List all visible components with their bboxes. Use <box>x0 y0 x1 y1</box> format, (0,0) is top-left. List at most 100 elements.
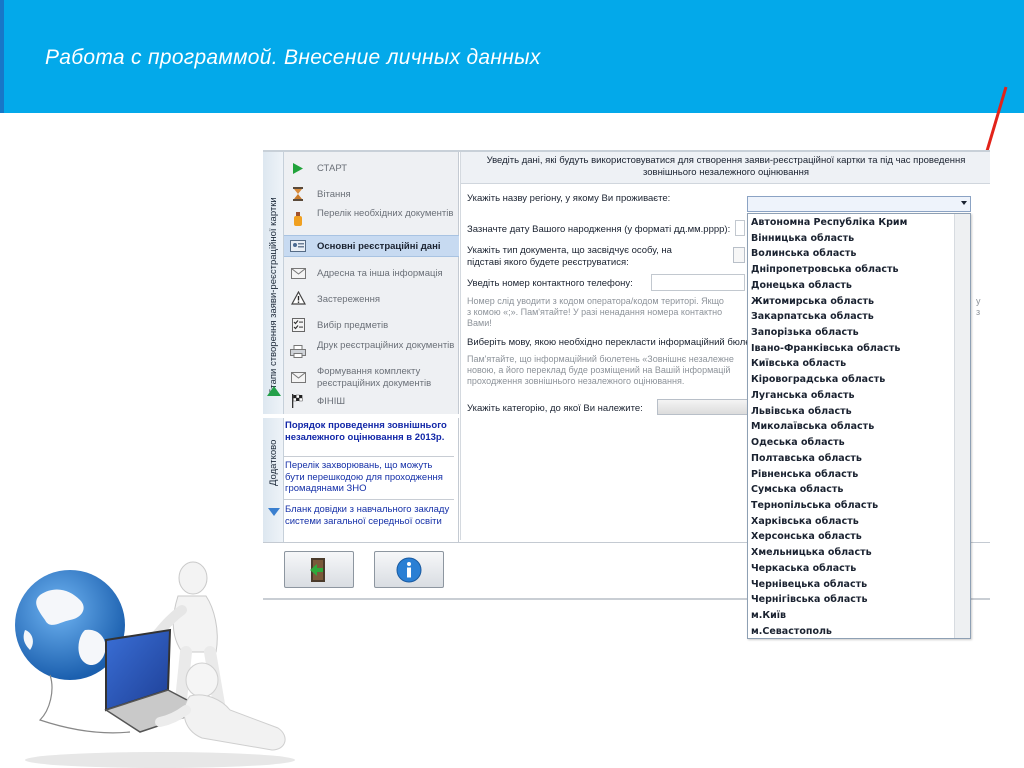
region-option[interactable]: Автономна Республіка Крим <box>749 215 954 231</box>
region-option[interactable]: Херсонська область <box>749 529 954 545</box>
side-tab-additional-label-wrap: Додатково <box>266 426 280 486</box>
birthdate-input[interactable] <box>735 220 745 236</box>
step-required-documents[interactable]: Перелік необхідних документів <box>284 205 459 233</box>
birthdate-label: Зазначте дату Вашого народження (у форма… <box>467 224 731 235</box>
additional-links-panel: Порядок проведення зовнішнього незалежно… <box>284 418 459 546</box>
envelope-icon <box>290 369 306 385</box>
header-accent-strip <box>0 0 4 113</box>
step-label: Вибір предметів <box>317 320 389 331</box>
region-option[interactable]: Хмельницька область <box>749 545 954 561</box>
phone-hint-line3: Вами! <box>467 318 492 328</box>
step-label: Адресна та інша інформація <box>317 268 443 279</box>
region-option[interactable]: Тернопільська область <box>749 498 954 514</box>
divider <box>284 456 454 457</box>
dropdown-arrow-icon <box>961 201 967 205</box>
language-hint-line1: Пам'ятайте, що інформаційний бюлетень «З… <box>467 354 734 364</box>
region-option[interactable]: Донецька область <box>749 278 954 294</box>
step-basic-registration-data[interactable]: Основні реєстраційні дані <box>284 235 459 257</box>
slide-header: Работа с программой. Внесение личных дан… <box>0 0 1024 113</box>
triangle-down-icon <box>268 508 280 516</box>
checklist-icon <box>290 317 306 333</box>
step-document-package[interactable]: Формування комплекту реєстраційних докум… <box>284 364 459 390</box>
divider <box>284 499 454 500</box>
side-tab-stages[interactable]: Етапи створення заяви-реєстраційної карт… <box>263 152 284 414</box>
region-option[interactable]: Івано-Франківська область <box>749 341 954 357</box>
doctype-label-line1: Укажіть тип документа, що засвідчує особ… <box>467 245 672 256</box>
region-option[interactable]: м.Севастополь <box>749 624 954 640</box>
category-label: Укажіть категорію, до якої Ви належите: <box>467 403 643 414</box>
step-label: Перелік необхідних документів <box>317 208 454 219</box>
doctype-select[interactable] <box>733 247 745 263</box>
side-tab-additional-label: Додатково <box>268 439 279 486</box>
step-warnings[interactable]: Застереження <box>284 288 459 310</box>
step-greeting[interactable]: Вітання <box>284 183 459 205</box>
region-option[interactable]: Чернігівська область <box>749 592 954 608</box>
region-option[interactable]: Черкаська область <box>749 561 954 577</box>
region-label: Укажіть назву регіону, у якому Ви прожив… <box>467 193 671 204</box>
step-label: Друк реєстраційних документів <box>317 340 455 351</box>
warning-icon <box>290 290 306 306</box>
info-button[interactable] <box>374 551 444 588</box>
people-with-globe-and-laptop-illustration <box>15 561 295 768</box>
region-dropdown-list[interactable]: Автономна Республіка Крим Вінницька облас… <box>747 213 971 639</box>
step-label: Вітання <box>317 189 351 200</box>
phone-label: Уведіть номер контактного телефону: <box>467 278 633 289</box>
envelope-icon <box>290 265 306 281</box>
step-finish[interactable]: ФІНІШ <box>284 392 459 412</box>
bottle-icon <box>290 211 306 227</box>
dropdown-scrollbar[interactable] <box>954 214 970 638</box>
region-option[interactable]: Одеська область <box>749 435 954 451</box>
region-option[interactable]: Миколаївська область <box>749 419 954 435</box>
phone-hint-line1-tail: у <box>976 296 981 306</box>
phone-hint-line1: Номер слід уводити з кодом оператора/код… <box>467 296 724 306</box>
info-icon <box>396 557 422 582</box>
step-label: Основні реєстраційні дані <box>317 241 441 252</box>
step-subject-selection[interactable]: Вибір предметів <box>284 314 459 336</box>
step-print-documents[interactable]: Друк реєстраційних документів <box>284 338 459 364</box>
language-hint-line2: новою, а його переклад буде розміщений н… <box>467 365 731 375</box>
slide-title: Работа с программой. Внесение личных дан… <box>45 46 541 69</box>
region-option[interactable]: Запорізька область <box>749 325 954 341</box>
region-option[interactable]: Вінницька область <box>749 231 954 247</box>
doctype-label-line2: підставі якого будете реєструватися: <box>467 257 629 268</box>
finish-flag-icon <box>290 393 306 409</box>
region-option[interactable]: Львівська область <box>749 404 954 420</box>
step-start[interactable]: СТАРТ <box>284 157 459 179</box>
step-address-info[interactable]: Адресна та інша інформація <box>284 262 459 284</box>
region-option[interactable]: м.Київ <box>749 608 954 624</box>
region-option[interactable]: Кіровоградська область <box>749 372 954 388</box>
phone-hint-line2-tail: з <box>976 307 981 317</box>
side-tab-stages-label-wrap: Етапи створення заяви-реєстраційної карт… <box>266 170 280 395</box>
region-option[interactable]: Полтавська область <box>749 451 954 467</box>
region-option[interactable]: Луганська область <box>749 388 954 404</box>
play-icon <box>290 160 306 176</box>
hourglass-icon <box>290 186 306 202</box>
phone-input[interactable] <box>651 274 745 291</box>
link-certificate-form[interactable]: Бланк довідки з навчального закладу сист… <box>284 504 454 527</box>
region-option[interactable]: Волинська область <box>749 246 954 262</box>
steps-panel: СТАРТ Вітання Перелік необхідних докумен… <box>284 152 459 414</box>
triangle-up-icon <box>267 386 281 396</box>
region-option[interactable]: Чернівецька область <box>749 577 954 593</box>
region-option[interactable]: Дніпропетровська область <box>749 262 954 278</box>
region-option[interactable]: Сумська область <box>749 482 954 498</box>
region-option[interactable]: Закарпатська область <box>749 309 954 325</box>
region-select[interactable] <box>747 196 971 212</box>
step-label: ФІНІШ <box>317 396 346 407</box>
step-label: СТАРТ <box>317 163 348 174</box>
category-select[interactable] <box>657 399 749 415</box>
region-option[interactable]: Харківська область <box>749 514 954 530</box>
step-label: Формування комплекту реєстраційних докум… <box>317 366 432 389</box>
step-label: Застереження <box>317 294 381 305</box>
link-disease-list[interactable]: Перелік захворювань, що можуть бути пере… <box>284 460 454 495</box>
phone-hint-line2: з комою «;». Пам'ятайте! У разі ненаданн… <box>467 307 723 317</box>
language-hint-line3: проходження зовнішнього незалежного оцін… <box>467 376 685 386</box>
region-option[interactable]: Житомирська область <box>749 294 954 310</box>
region-option[interactable]: Київська область <box>749 356 954 372</box>
printer-icon <box>290 343 306 359</box>
link-exam-procedure[interactable]: Порядок проведення зовнішнього незалежно… <box>284 420 454 443</box>
form-instructions: Уведіть дані, які будуть використовувати… <box>461 152 990 184</box>
region-option[interactable]: Рівненська область <box>749 467 954 483</box>
side-tab-additional[interactable]: Додатково <box>263 418 284 546</box>
side-tab-stages-label: Етапи створення заяви-реєстраційної карт… <box>268 197 279 395</box>
